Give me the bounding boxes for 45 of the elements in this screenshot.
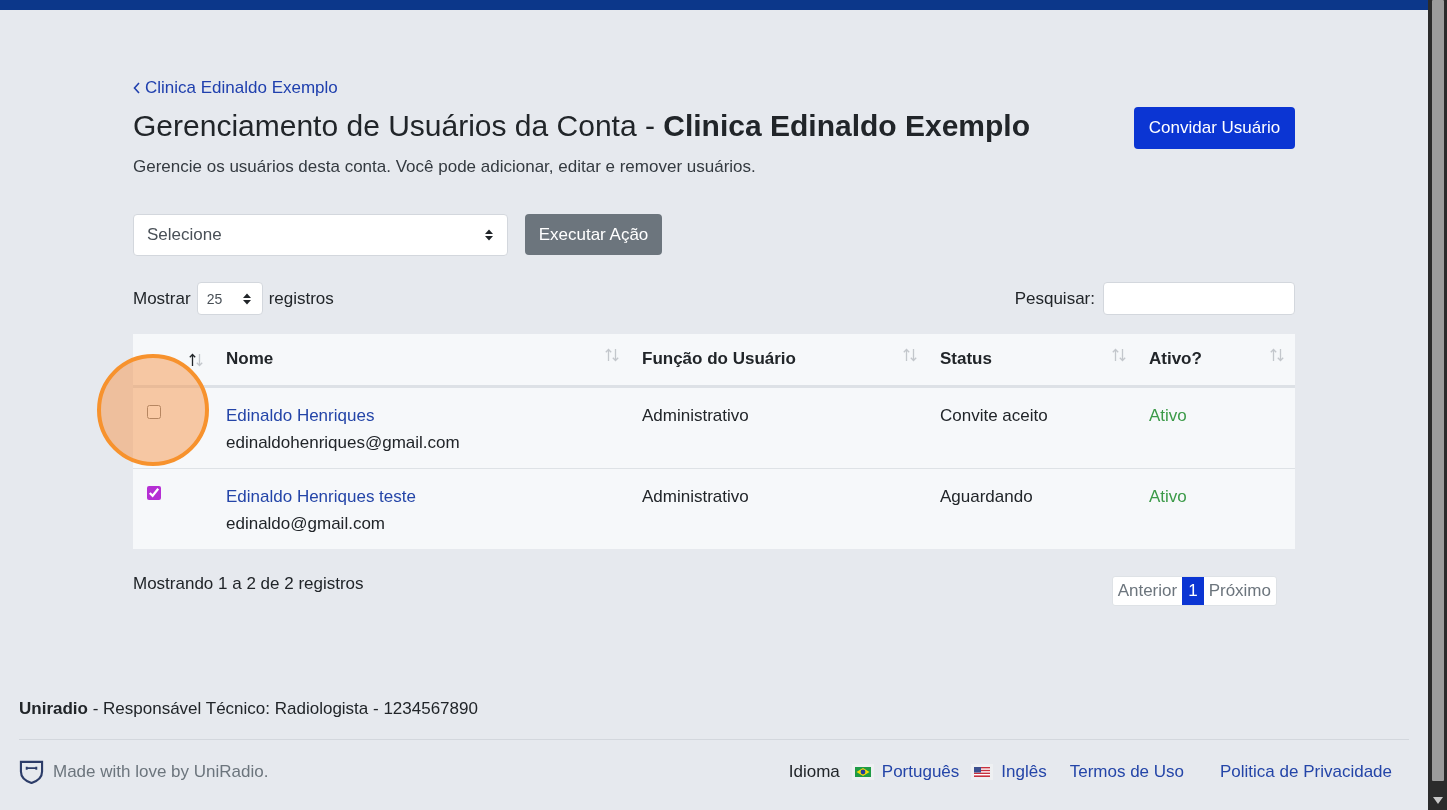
column-header[interactable]: Nome [214,334,630,386]
user-name-link[interactable]: Edinaldo Henriques teste [226,486,416,506]
page-length-select[interactable]: 25 [196,282,263,315]
page-title: Gerenciamento de Usuários da Conta - Clinica Edinaldo Exemplo [133,108,1031,144]
footer-credit: Uniradio - Responsável Técnico: Radiologista - 1234567890 [19,698,479,720]
table-cell: Convite aceito [928,386,1137,468]
footer-link[interactable]: Termos de Uso [1069,759,1184,784]
table-cell: Administrativo [630,386,928,468]
caret-icon [241,291,252,306]
scroll-down-arrow-icon[interactable] [1432,797,1443,804]
chevron-left-icon [133,82,140,94]
row-checkbox[interactable] [147,485,161,500]
table-cell: Ativo [1137,468,1295,549]
search-field[interactable] [1103,282,1295,315]
scrollbar-thumb[interactable] [1431,0,1444,781]
scrollbar[interactable] [1428,0,1447,810]
page-button[interactable]: 1 [1182,576,1204,605]
row-checkbox[interactable] [147,404,161,419]
records-label: registros [268,288,334,309]
shield-icon [19,759,44,784]
bulk-action-select[interactable]: Selecione [133,214,508,256]
column-header[interactable]: Ativo? [1137,334,1295,386]
language-label: Idioma [788,760,840,783]
column-header[interactable]: Função do Usuário [630,334,928,386]
table-cell: Administrativo [630,468,928,549]
made-with-love-text: Made with love by UniRadio. [53,760,269,783]
invite-user-button[interactable]: Convidar Usuário [1134,107,1295,149]
search-label: Pesquisar: [1014,288,1095,309]
execute-action-button[interactable]: Executar Ação [525,214,662,255]
show-label: Mostrar [133,288,191,309]
caret-icon [484,228,494,242]
us-flag-icon [971,763,994,780]
user-name-link[interactable]: Edinaldo Henriques [226,405,375,425]
page-description: Gerencie os usuários desta conta. Você pode adicionar, editar e remover usuários. [133,156,757,178]
table-cell: Ativo [1137,386,1295,468]
column-header[interactable]: Status [928,334,1137,386]
table-cell: Aguardando [928,468,1137,549]
language-link[interactable]: Português [851,759,960,784]
language-link[interactable]: Inglês [971,759,1047,784]
user-email: edinaldohenriques@gmail.com [226,432,460,452]
user-email: edinaldo@gmail.com [226,513,385,533]
footer-link[interactable]: Politica de Privacidade [1220,759,1392,784]
breadcrumb-link[interactable]: Clinica Edinaldo Exemplo [133,76,338,100]
brazil-flag-icon [851,763,874,780]
table-info: Mostrando 1 a 2 de 2 registros [133,572,364,595]
